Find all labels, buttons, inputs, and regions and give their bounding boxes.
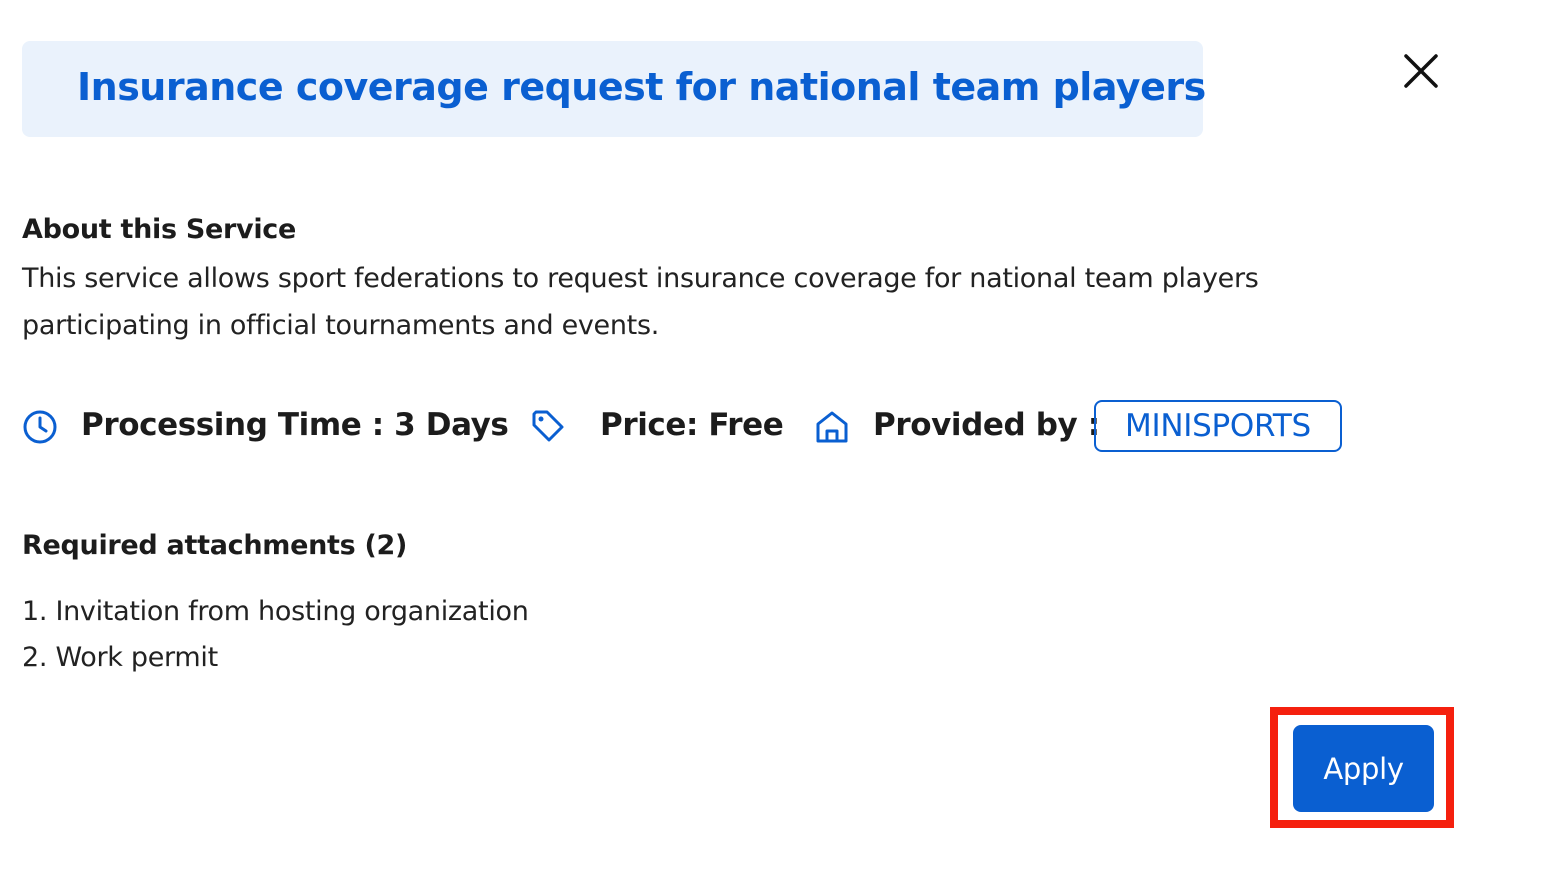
about-heading: About this Service — [22, 214, 297, 245]
about-description: This service allows sport federations to… — [22, 263, 1259, 341]
attachment-item: 1. Invitation from hosting organization — [22, 596, 529, 627]
price: Price: Free — [600, 407, 784, 443]
attachments-list: 1. Invitation from hosting organization … — [22, 589, 529, 681]
provider-tag[interactable]: MINISPORTS — [1094, 400, 1342, 452]
provided-by-label: Provided by : — [873, 407, 1100, 443]
service-info-row: Processing Time : 3 Days Price: Free Pro… — [22, 400, 1422, 452]
dialog-title: Insurance coverage request for national … — [77, 65, 1206, 109]
processing-time: Processing Time : 3 Days — [81, 407, 509, 443]
attachments-heading: Required attachments (2) — [22, 530, 408, 561]
dialog-title-banner: Insurance coverage request for national … — [22, 41, 1206, 137]
attachment-item: 2. Work permit — [22, 642, 218, 673]
close-icon — [1404, 54, 1438, 88]
close-button[interactable] — [1398, 48, 1444, 94]
clock-icon — [23, 410, 57, 444]
tag-icon — [532, 410, 564, 442]
home-icon — [816, 411, 848, 443]
apply-button[interactable]: Apply — [1293, 725, 1434, 812]
